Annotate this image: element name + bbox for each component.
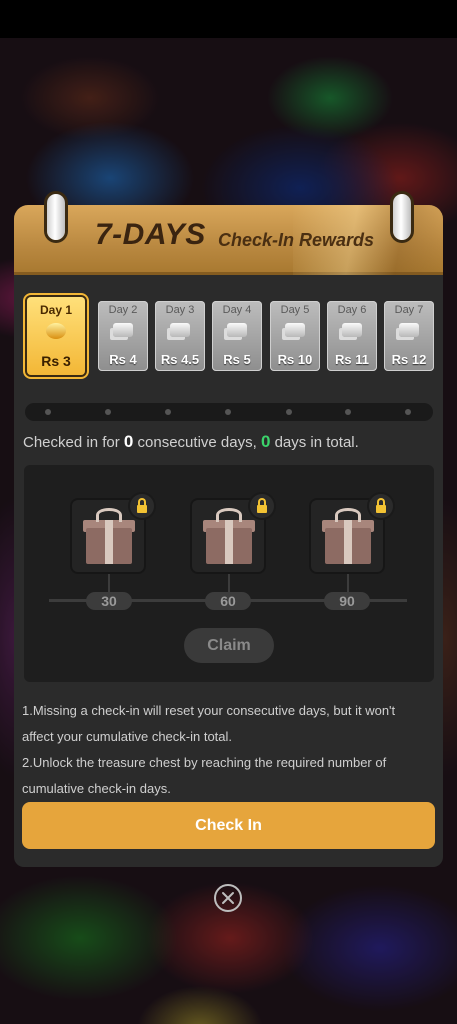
lock-icon bbox=[128, 492, 156, 520]
title-subtitle: Check-In Rewards bbox=[218, 230, 375, 250]
progress-dot bbox=[286, 409, 292, 415]
binder-ring-right bbox=[393, 194, 411, 240]
status-suffix: days in total. bbox=[270, 434, 359, 451]
coin-icon bbox=[46, 323, 66, 339]
rules-text: 1.Missing a check-in will reset your con… bbox=[22, 698, 426, 802]
checkin-status: Checked in for 0 consecutive days, 0 day… bbox=[23, 432, 359, 452]
day-label: Day 4 bbox=[222, 304, 252, 316]
day-label: Day 6 bbox=[337, 304, 367, 316]
day-label: Day 1 bbox=[39, 303, 73, 317]
day-card-2[interactable]: Day 2 Rs 4 bbox=[98, 301, 148, 371]
coin-icon bbox=[285, 323, 305, 337]
day-card-3[interactable]: Day 3 Rs 4.5 bbox=[155, 301, 205, 371]
day-label: Day 5 bbox=[280, 304, 310, 316]
progress-track bbox=[25, 403, 433, 421]
day-reward: Rs 4.5 bbox=[160, 352, 200, 367]
day-card-5[interactable]: Day 5 Rs 10 bbox=[270, 301, 320, 371]
gift-bow bbox=[96, 508, 122, 522]
close-button[interactable] bbox=[214, 884, 242, 912]
milestone-label-30: 30 bbox=[86, 592, 132, 610]
progress-dot bbox=[345, 409, 351, 415]
progress-dot bbox=[165, 409, 171, 415]
progress-dot bbox=[225, 409, 231, 415]
coin-icon bbox=[170, 323, 190, 337]
title-days: 7-DAYS bbox=[95, 218, 206, 251]
coin-icon bbox=[113, 323, 133, 337]
coin-icon bbox=[399, 323, 419, 337]
day-label: Day 3 bbox=[165, 304, 195, 316]
consecutive-count: 0 bbox=[123, 432, 134, 451]
day-card-6[interactable]: Day 6 Rs 11 bbox=[327, 301, 377, 371]
milestone-label-90: 90 bbox=[324, 592, 370, 610]
gift-bow bbox=[335, 508, 361, 522]
status-prefix: Checked in for bbox=[23, 434, 124, 451]
day-reward: Rs 11 bbox=[335, 352, 369, 367]
day-reward: Rs 10 bbox=[277, 352, 313, 367]
progress-dot bbox=[105, 409, 111, 415]
binder-ring-left bbox=[47, 194, 65, 240]
treasure-chest-60[interactable] bbox=[190, 492, 276, 574]
day-reward: Rs 3 bbox=[41, 353, 71, 369]
treasure-chest-30[interactable] bbox=[70, 492, 156, 574]
lock-icon bbox=[248, 492, 276, 520]
close-icon bbox=[222, 892, 234, 904]
status-middle: consecutive days, bbox=[133, 434, 261, 451]
check-in-button[interactable]: Check In bbox=[22, 802, 435, 849]
gift-ribbon bbox=[344, 520, 352, 564]
progress-dot bbox=[405, 409, 411, 415]
milestone-label-60: 60 bbox=[205, 592, 251, 610]
day-card-7[interactable]: Day 7 Rs 12 bbox=[384, 301, 434, 371]
day-rewards-row: Day 1 Rs 3 Day 2 Rs 4 Day 3 Rs 4.5 Day 4… bbox=[27, 297, 437, 377]
coin-icon bbox=[342, 323, 362, 337]
rule-1: 1.Missing a check-in will reset your con… bbox=[22, 703, 396, 744]
treasure-chest-90[interactable] bbox=[309, 492, 395, 574]
day-label: Day 2 bbox=[108, 304, 138, 316]
day-card-4[interactable]: Day 4 Rs 5 bbox=[212, 301, 262, 371]
day-card-1[interactable]: Day 1 Rs 3 bbox=[27, 297, 85, 375]
gift-ribbon bbox=[225, 520, 233, 564]
day-reward: Rs 4 bbox=[109, 352, 137, 367]
claim-button[interactable]: Claim bbox=[184, 628, 274, 663]
day-reward: Rs 5 bbox=[223, 352, 251, 367]
rule-2: 2.Unlock the treasure chest by reaching … bbox=[22, 755, 387, 796]
progress-dot bbox=[45, 409, 51, 415]
day-label: Day 7 bbox=[394, 304, 424, 316]
coin-icon bbox=[227, 323, 247, 337]
treasure-chest-section: 30 60 90 Claim bbox=[24, 465, 434, 682]
day-reward: Rs 12 bbox=[391, 352, 427, 367]
gift-bow bbox=[216, 508, 242, 522]
gift-ribbon bbox=[105, 520, 113, 564]
total-count: 0 bbox=[260, 432, 271, 451]
lock-icon bbox=[367, 492, 395, 520]
